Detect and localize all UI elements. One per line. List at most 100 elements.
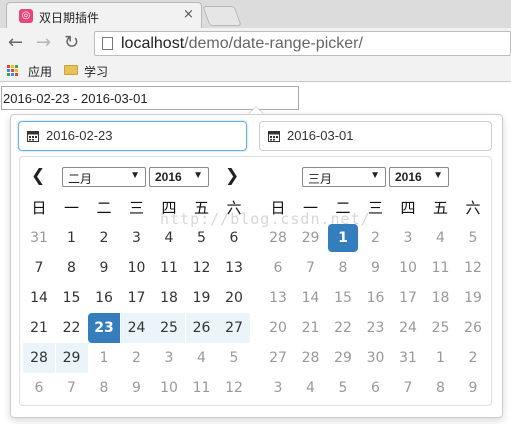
left-day-cell[interactable]: 9 — [88, 253, 120, 283]
left-day-cell[interactable]: 19 — [186, 283, 218, 313]
left-day-cell[interactable]: 1 — [88, 343, 120, 373]
end-date-field[interactable]: 2016-03-01 — [259, 121, 492, 151]
right-day-cell[interactable]: 6 — [360, 373, 392, 403]
left-day-cell[interactable]: 1 — [56, 223, 88, 253]
left-day-cell[interactable]: 2 — [88, 223, 120, 253]
close-icon[interactable]: × — [183, 7, 194, 22]
chevron-left-icon[interactable]: ❮ — [31, 167, 45, 185]
right-day-cell[interactable]: 12 — [457, 253, 489, 283]
right-day-cell[interactable]: 1 — [328, 224, 358, 252]
left-day-cell[interactable]: 18 — [153, 283, 185, 313]
left-year-select[interactable]: 2016 ▼ — [149, 167, 209, 187]
right-day-cell[interactable]: 9 — [360, 253, 392, 283]
right-day-cell[interactable]: 14 — [295, 283, 327, 313]
new-tab-button[interactable] — [202, 6, 242, 26]
left-day-cell[interactable]: 11 — [153, 253, 185, 283]
address-bar[interactable]: localhost/demo/date-range-picker/ — [94, 31, 511, 56]
left-day-cell[interactable]: 4 — [153, 223, 185, 253]
left-day-cell[interactable]: 8 — [88, 373, 120, 403]
left-day-cell[interactable]: 27 — [218, 313, 250, 343]
left-day-cell[interactable]: 4 — [186, 343, 218, 373]
left-day-cell[interactable]: 3 — [121, 223, 153, 253]
right-day-cell[interactable]: 22 — [327, 313, 359, 343]
right-month-select[interactable]: 三月 ▼ — [302, 167, 386, 187]
right-day-cell[interactable]: 23 — [360, 313, 392, 343]
right-day-cell[interactable]: 15 — [327, 283, 359, 313]
right-year-select[interactable]: 2016 ▼ — [389, 167, 449, 187]
right-day-cell[interactable]: 4 — [425, 223, 457, 253]
left-day-cell[interactable]: 23 — [88, 313, 120, 343]
left-day-cell[interactable]: 6 — [218, 223, 250, 253]
right-day-cell[interactable]: 9 — [457, 373, 489, 403]
left-day-cell[interactable]: 11 — [186, 373, 218, 403]
right-day-cell[interactable]: 29 — [327, 343, 359, 373]
right-day-cell[interactable]: 3 — [392, 223, 424, 253]
right-day-cell[interactable]: 30 — [360, 343, 392, 373]
forward-arrow-icon[interactable]: → — [36, 32, 51, 54]
right-day-cell[interactable]: 5 — [327, 373, 359, 403]
left-day-cell[interactable]: 6 — [23, 373, 55, 403]
left-day-cell[interactable]: 29 — [55, 343, 88, 373]
right-day-cell[interactable]: 19 — [457, 283, 489, 313]
left-day-cell[interactable]: 10 — [121, 253, 153, 283]
left-day-cell[interactable]: 25 — [153, 313, 185, 343]
left-day-cell[interactable]: 2 — [121, 343, 153, 373]
right-day-cell[interactable]: 5 — [457, 223, 489, 253]
left-day-cell[interactable]: 31 — [23, 223, 55, 253]
right-day-cell[interactable]: 17 — [392, 283, 424, 313]
left-day-cell[interactable]: 26 — [185, 313, 218, 343]
right-day-cell[interactable]: 20 — [262, 313, 294, 343]
left-day-cell[interactable]: 5 — [186, 223, 218, 253]
left-day-cell[interactable]: 5 — [218, 343, 250, 373]
right-day-cell[interactable]: 8 — [425, 373, 457, 403]
left-day-cell[interactable]: 15 — [56, 283, 88, 313]
left-day-cell[interactable]: 13 — [218, 253, 250, 283]
right-day-cell[interactable]: 16 — [360, 283, 392, 313]
right-day-cell[interactable]: 26 — [457, 313, 489, 343]
left-day-cell[interactable]: 12 — [218, 373, 250, 403]
right-day-cell[interactable]: 2 — [360, 223, 392, 253]
back-arrow-icon[interactable]: ← — [8, 32, 23, 54]
left-day-cell[interactable]: 17 — [121, 283, 153, 313]
right-day-cell[interactable]: 29 — [295, 223, 327, 253]
left-day-cell[interactable]: 16 — [88, 283, 120, 313]
right-day-cell[interactable]: 28 — [295, 343, 327, 373]
right-day-cell[interactable]: 4 — [295, 373, 327, 403]
right-day-cell[interactable]: 6 — [262, 253, 294, 283]
right-day-cell[interactable]: 24 — [392, 313, 424, 343]
bookmark-study[interactable]: 学习 — [84, 63, 108, 80]
left-day-cell[interactable]: 14 — [23, 283, 55, 313]
right-day-cell[interactable]: 31 — [392, 343, 424, 373]
left-day-cell[interactable]: 21 — [23, 313, 55, 343]
right-day-cell[interactable]: 2 — [457, 343, 489, 373]
right-day-cell[interactable]: 7 — [295, 253, 327, 283]
left-day-cell[interactable]: 20 — [218, 283, 250, 313]
right-day-cell[interactable]: 10 — [392, 253, 424, 283]
left-month-select[interactable]: 二月 ▼ — [62, 167, 146, 187]
right-day-cell[interactable]: 3 — [262, 373, 294, 403]
left-day-cell[interactable]: 7 — [56, 373, 88, 403]
right-day-cell[interactable]: 25 — [425, 313, 457, 343]
right-day-cell[interactable]: 8 — [327, 253, 359, 283]
left-day-cell[interactable]: 8 — [56, 253, 88, 283]
left-day-cell[interactable]: 7 — [23, 253, 55, 283]
right-day-cell[interactable]: 28 — [262, 223, 294, 253]
left-day-cell[interactable]: 28 — [23, 343, 55, 373]
right-day-cell[interactable]: 13 — [262, 283, 294, 313]
right-day-cell[interactable]: 27 — [262, 343, 294, 373]
left-day-cell[interactable]: 3 — [153, 343, 185, 373]
browser-tab[interactable]: ◎ 双日期插件 × — [6, 2, 202, 28]
right-day-cell[interactable]: 1 — [425, 343, 457, 373]
start-date-field[interactable]: 2016-02-23 — [18, 121, 247, 151]
left-day-cell[interactable]: 12 — [186, 253, 218, 283]
left-day-cell[interactable]: 22 — [56, 313, 88, 343]
chevron-right-icon[interactable]: ❯ — [225, 167, 239, 185]
reload-icon[interactable]: ↻ — [64, 32, 79, 54]
right-day-cell[interactable]: 7 — [392, 373, 424, 403]
right-day-cell[interactable]: 11 — [425, 253, 457, 283]
left-day-cell[interactable]: 24 — [120, 313, 153, 343]
right-day-cell[interactable]: 18 — [425, 283, 457, 313]
left-day-cell[interactable]: 10 — [153, 373, 185, 403]
left-day-cell[interactable]: 9 — [121, 373, 153, 403]
right-day-cell[interactable]: 21 — [295, 313, 327, 343]
